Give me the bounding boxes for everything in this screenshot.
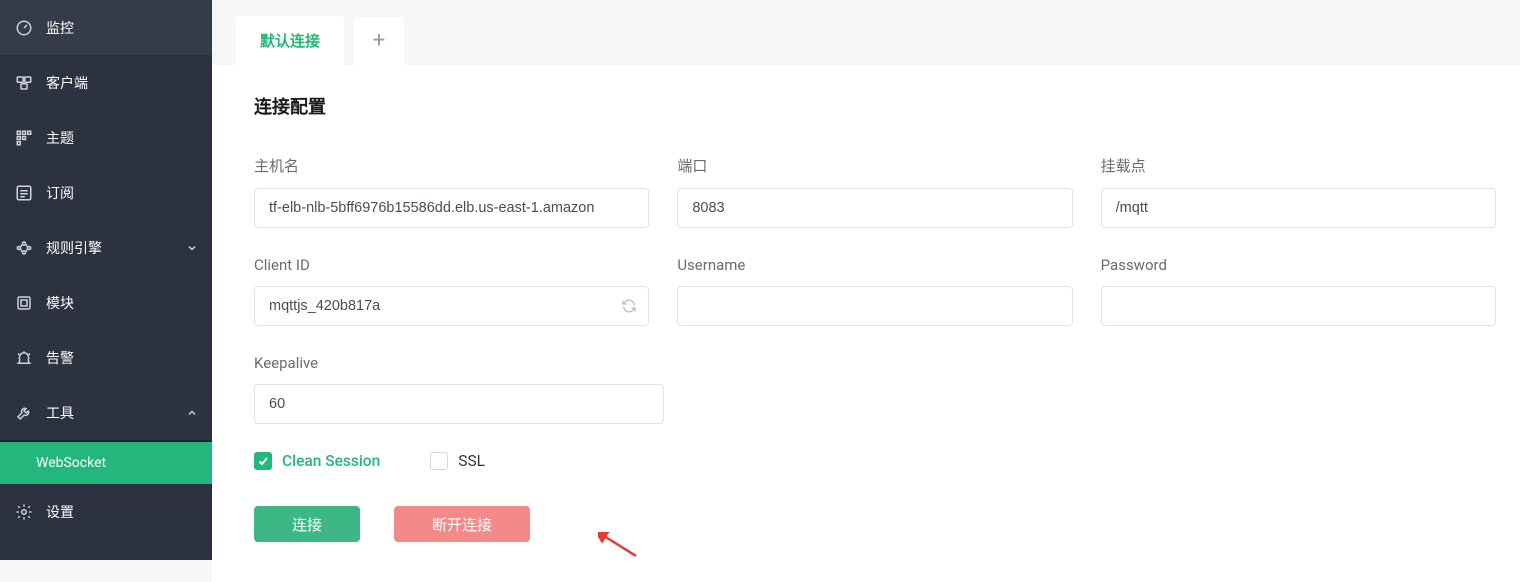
sidebar-item-label: 监控 — [46, 18, 74, 38]
input-client-id[interactable] — [254, 286, 649, 326]
tabs-bar: 默认连接 + — [212, 0, 1520, 65]
disconnect-button[interactable]: 断开连接 — [394, 506, 530, 542]
field-port: 端口 — [677, 155, 1072, 228]
gauge-icon — [14, 18, 34, 38]
modules-icon — [14, 293, 34, 313]
arrow-annotation-icon — [598, 532, 640, 560]
label-client-id: Client ID — [254, 256, 649, 274]
label-port: 端口 — [677, 155, 1072, 176]
label-mountpoint: 挂载点 — [1101, 155, 1496, 176]
sidebar-item-settings[interactable]: 设置 — [0, 484, 212, 539]
checkbox-ssl[interactable]: SSL — [430, 452, 485, 470]
chevron-up-icon — [186, 407, 198, 419]
sidebar-item-label: 规则引擎 — [46, 238, 102, 258]
chevron-down-icon — [186, 242, 198, 254]
refresh-icon[interactable] — [621, 298, 637, 314]
sidebar-item-label: 订阅 — [46, 183, 74, 203]
sidebar-item-label: 告警 — [46, 348, 74, 368]
main-area: 默认连接 + 连接配置 主机名 端口 挂载点 Client ID — [212, 0, 1520, 560]
sidebar-item-subscriptions[interactable]: 订阅 — [0, 165, 212, 220]
checkbox-label: Clean Session — [282, 452, 380, 470]
input-username[interactable] — [677, 286, 1072, 326]
connection-panel: 连接配置 主机名 端口 挂载点 Client ID — [212, 65, 1520, 582]
sidebar-item-topics[interactable]: 主题 — [0, 110, 212, 165]
sidebar-item-label: 设置 — [46, 502, 74, 522]
sidebar-item-label: 主题 — [46, 128, 74, 148]
sidebar-item-monitor[interactable]: 监控 — [0, 0, 212, 55]
sidebar-item-label: 模块 — [46, 293, 74, 313]
sidebar-item-websocket[interactable]: WebSocket — [0, 440, 212, 484]
field-username: Username — [677, 256, 1072, 326]
field-mountpoint: 挂载点 — [1101, 155, 1496, 228]
tab-add-button[interactable]: + — [354, 17, 404, 65]
network-icon — [14, 238, 34, 258]
field-keepalive: Keepalive — [254, 354, 664, 424]
checkbox-clean-session[interactable]: Clean Session — [254, 452, 380, 470]
sidebar-item-alarms[interactable]: 告警 — [0, 330, 212, 385]
sidebar-item-modules[interactable]: 模块 — [0, 275, 212, 330]
sidebar-item-tools[interactable]: 工具 — [0, 385, 212, 440]
label-keepalive: Keepalive — [254, 354, 664, 372]
tab-default-connection[interactable]: 默认连接 — [236, 16, 344, 65]
input-port[interactable] — [677, 188, 1072, 228]
clients-icon — [14, 73, 34, 93]
alarm-icon — [14, 348, 34, 368]
checkbox-box-clean-session — [254, 452, 272, 470]
field-client-id: Client ID — [254, 256, 649, 326]
checkbox-label: SSL — [458, 452, 485, 470]
input-keepalive[interactable] — [254, 384, 664, 424]
gear-icon — [14, 502, 34, 522]
sidebar-item-label: 工具 — [46, 403, 74, 423]
sidebar-item-clients[interactable]: 客户端 — [0, 55, 212, 110]
topics-icon — [14, 128, 34, 148]
field-password: Password — [1101, 256, 1496, 326]
label-host: 主机名 — [254, 155, 649, 176]
connect-button[interactable]: 连接 — [254, 506, 360, 542]
sidebar-item-label: WebSocket — [36, 455, 106, 471]
wrench-icon — [14, 403, 34, 423]
sidebar: 监控 客户端 主题 订阅 规则引擎 模块 — [0, 0, 212, 560]
checkbox-box-ssl — [430, 452, 448, 470]
subscriptions-icon — [14, 183, 34, 203]
field-host: 主机名 — [254, 155, 649, 228]
input-host[interactable] — [254, 188, 649, 228]
section-title: 连接配置 — [212, 93, 1520, 119]
label-password: Password — [1101, 256, 1496, 274]
sidebar-item-label: 客户端 — [46, 73, 88, 93]
label-username: Username — [677, 256, 1072, 274]
input-password[interactable] — [1101, 286, 1496, 326]
sidebar-item-rule-engine[interactable]: 规则引擎 — [0, 220, 212, 275]
plus-icon: + — [373, 28, 385, 53]
input-mountpoint[interactable] — [1101, 188, 1496, 228]
